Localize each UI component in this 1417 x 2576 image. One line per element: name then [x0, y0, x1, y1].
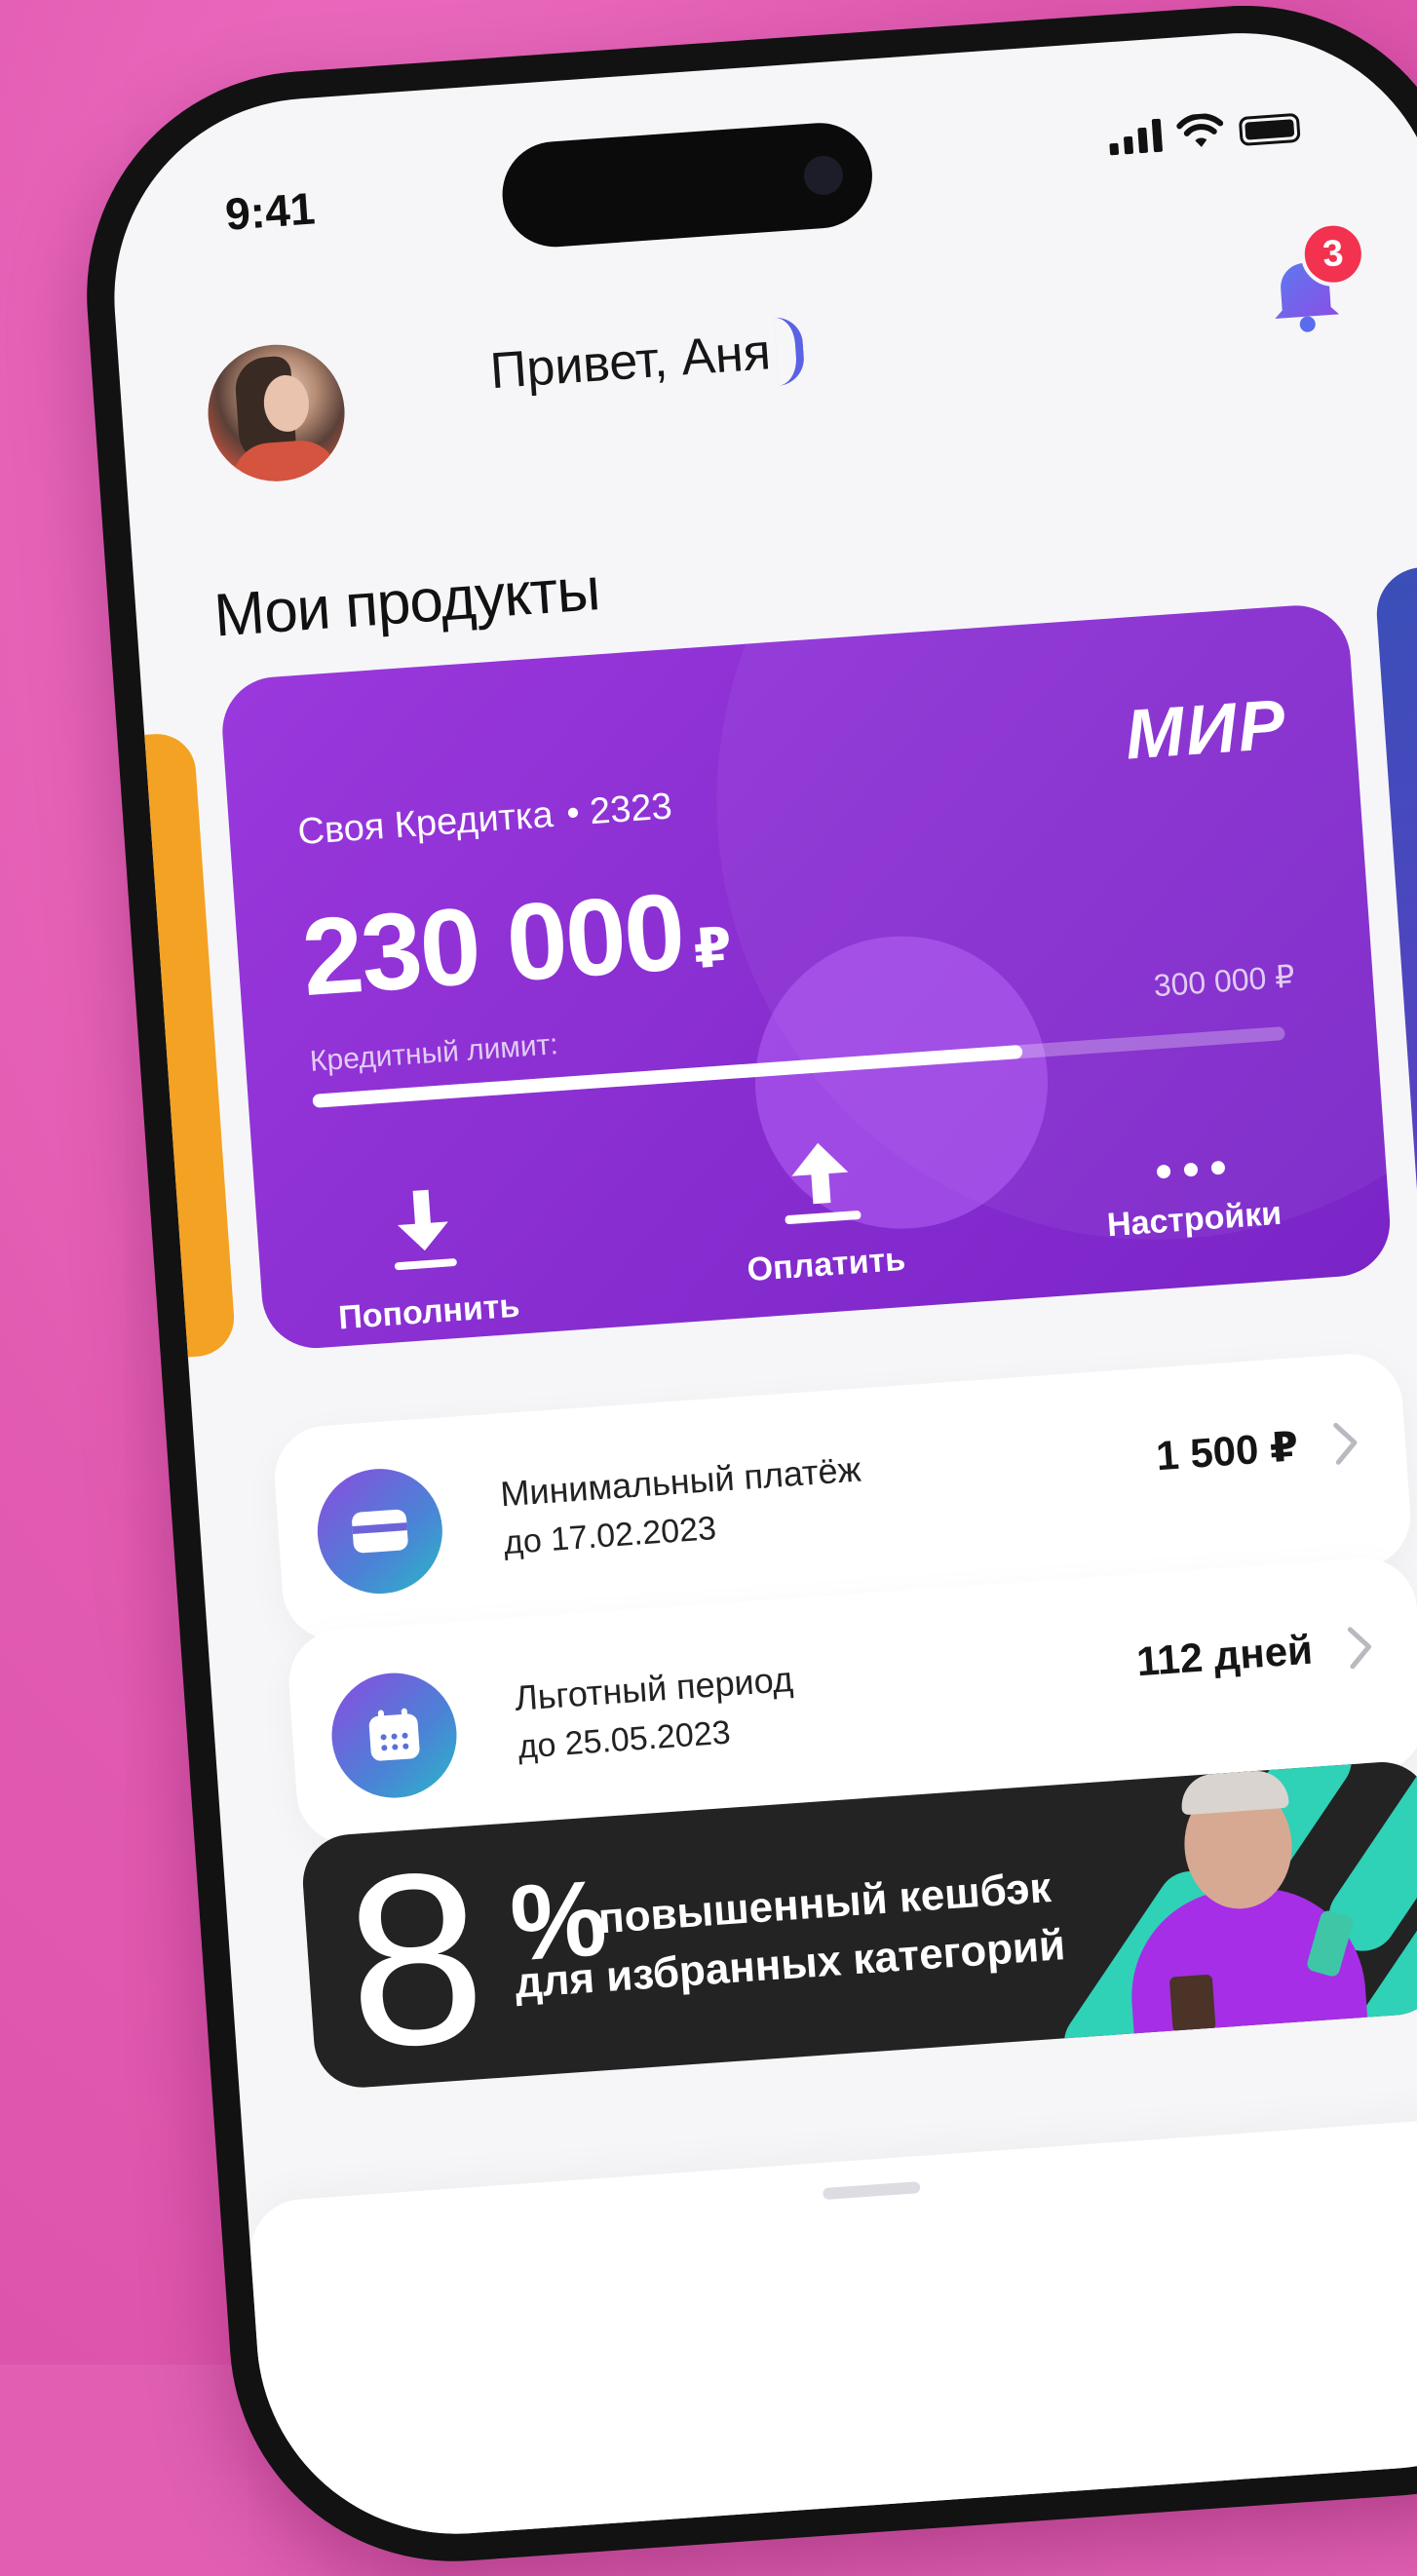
mir-logo: МИР — [1123, 685, 1290, 775]
min-payment-title: Минимальный платёж — [499, 1448, 862, 1515]
wifi-icon — [1176, 113, 1224, 147]
coffee-cup-icon — [1168, 1974, 1216, 2036]
card-number: • 2323 — [564, 786, 674, 834]
smile-arc-icon — [774, 315, 806, 386]
bottom-sheet[interactable] — [247, 2110, 1417, 2548]
min-payment-amount: 1 500 ₽ — [1154, 1423, 1300, 1480]
status-icons — [1108, 107, 1301, 156]
topup-button[interactable]: Пополнить — [292, 1156, 556, 1340]
credit-card[interactable]: Своя Кредитка • 2323 МИР 230 000₽ Кредитн… — [218, 601, 1394, 1352]
signal-icon — [1108, 118, 1164, 156]
phone-frame: 9:41 Привет, Аня 3 Мои продукты Своя Кре… — [71, 0, 1417, 2576]
calendar-icon — [368, 1708, 420, 1761]
card-name: Своя Кредитка • 2323 — [296, 786, 674, 854]
credit-card-icon — [352, 1509, 408, 1554]
chevron-right-icon — [1347, 1627, 1372, 1670]
grace-period-days: 112 дней — [1134, 1626, 1315, 1685]
min-payment-date: до 17.02.2023 — [502, 1510, 718, 1562]
greeting: Привет, Аня — [488, 315, 806, 405]
grace-period-date: до 25.05.2023 — [517, 1713, 732, 1766]
grace-period-title: Льготный период — [513, 1658, 795, 1718]
chevron-right-icon — [1333, 1422, 1358, 1465]
upload-arrow-icon — [785, 1142, 862, 1225]
avatar[interactable] — [203, 339, 350, 486]
download-arrow-icon — [394, 1189, 457, 1271]
dynamic-island — [498, 119, 876, 250]
battery-icon — [1238, 112, 1301, 147]
camera-icon — [802, 154, 845, 197]
sheet-drag-handle[interactable] — [822, 2181, 921, 2201]
pay-button[interactable]: Оплатить — [690, 1109, 954, 1293]
status-time: 9:41 — [223, 182, 317, 240]
section-title-products: Мои продукты — [211, 556, 602, 650]
more-dots-icon — [1157, 1161, 1225, 1179]
settings-button[interactable]: Настройки — [1057, 1063, 1321, 1248]
card-balance: 230 000₽ — [298, 870, 732, 1019]
greeting-text: Привет, Аня — [488, 324, 773, 401]
limit-label: Кредитный лимит: — [308, 1028, 559, 1078]
promo-number: 8 — [338, 1819, 493, 2091]
app-screen: 9:41 Привет, Аня 3 Мои продукты Своя Кре… — [100, 19, 1417, 2548]
